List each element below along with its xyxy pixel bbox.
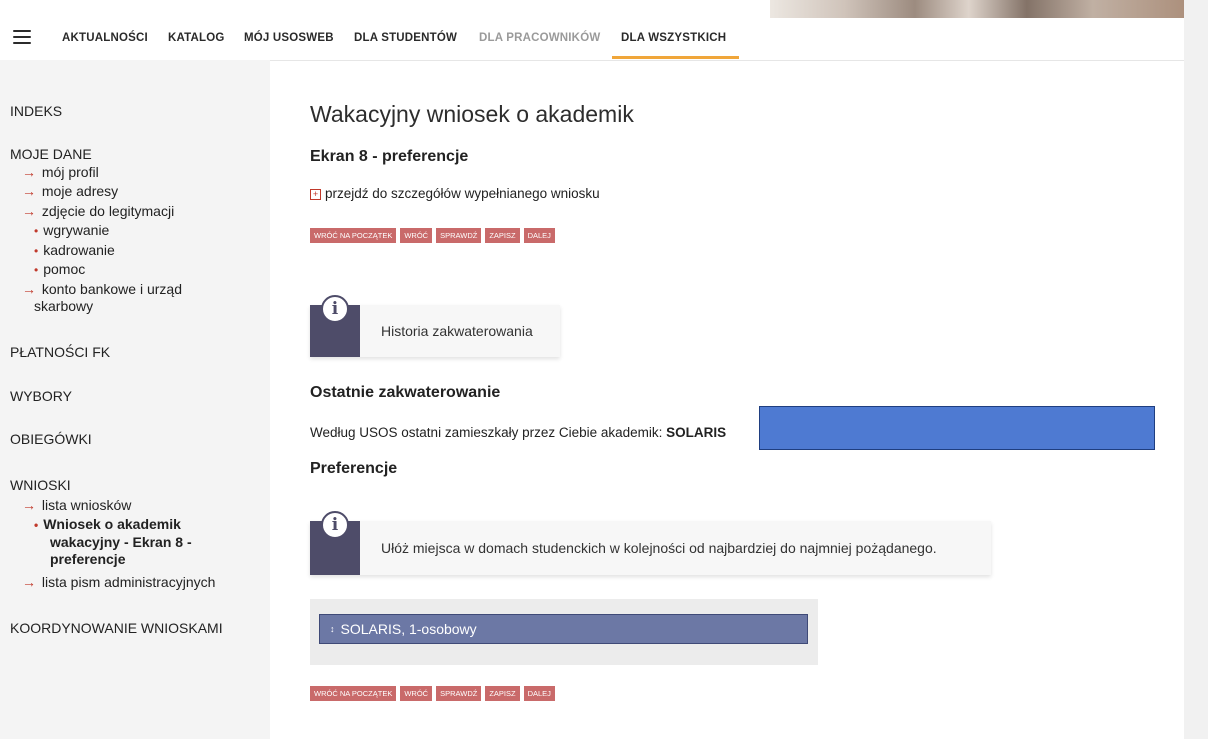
sidebar-sub-label: Wniosek o akademik xyxy=(43,516,181,532)
check-button[interactable]: SPRAWDŹ xyxy=(436,686,482,701)
button-row-bottom: WRÓĆ NA POCZĄTEK WRÓĆ SPRAWDŹ ZAPISZ DAL… xyxy=(310,686,555,701)
drag-handle-icon[interactable]: ↕ xyxy=(330,624,335,634)
next-button[interactable]: DALEJ xyxy=(523,228,555,243)
sidebar-link-label: mój profil xyxy=(41,164,99,180)
back-button[interactable]: WRÓĆ xyxy=(400,686,433,701)
nav-item-katalog[interactable]: KATALOG xyxy=(168,32,225,44)
sidebar-link-zdjecie[interactable]: → zdjęcie do legitymacji xyxy=(22,203,174,220)
sidebar-sub-pomoc[interactable]: • pomoc xyxy=(34,261,85,279)
preference-item-label: SOLARIS, 1-osobowy xyxy=(340,621,477,637)
sidebar-item-wybory[interactable]: WYBORY xyxy=(10,388,72,404)
sidebar-item-platnosci[interactable]: PŁATNOŚCI FK xyxy=(10,344,110,360)
sidebar-link-label: konto bankowe i urząd xyxy=(41,281,182,297)
last-accommodation-label: Według USOS ostatni zamieszkały przez Ci… xyxy=(310,425,667,440)
last-accommodation-value: SOLARIS xyxy=(666,425,727,440)
preference-item[interactable]: ↕ SOLARIS, 1-osobowy xyxy=(319,614,808,644)
sidebar-sub-label-cont: wakacyjny - Ekran 8 - xyxy=(50,534,192,550)
arrow-icon: → xyxy=(22,164,36,180)
page-subtitle: Ekran 8 - preferencje xyxy=(310,148,469,165)
sidebar-sub-label: pomoc xyxy=(43,261,86,277)
bullet-icon: • xyxy=(34,518,39,532)
info-box-preferences: i Ułóż miejsca w domach studenckich w ko… xyxy=(310,511,991,575)
arrow-icon: → xyxy=(22,183,36,199)
sidebar-item-wnioski[interactable]: WNIOSKI xyxy=(10,477,71,493)
sidebar-sub-label: kadrowanie xyxy=(43,242,115,258)
sidebar-link-label-cont: skarbowy xyxy=(34,298,94,314)
bullet-icon: • xyxy=(34,263,39,277)
sidebar-sub-label-cont2: preferencje xyxy=(50,551,126,567)
sidebar-link-lista-wnioskow[interactable]: → lista wniosków xyxy=(22,497,131,514)
info-box-history: i Historia zakwaterowania xyxy=(310,295,560,357)
plus-box-icon: + xyxy=(310,189,321,200)
top-navigation: AKTUALNOŚCI KATALOG MÓJ USOSWEB DLA STUD… xyxy=(0,18,1184,61)
arrow-icon: → xyxy=(22,203,36,219)
header-banner-image xyxy=(770,0,1184,18)
sidebar-sub-kadrowanie[interactable]: • kadrowanie xyxy=(34,242,115,260)
sidebar-sub-label: wgrywanie xyxy=(43,222,110,238)
nav-item-moj-usosweb[interactable]: MÓJ USOSWEB xyxy=(244,32,334,44)
nav-item-dla-pracownikow[interactable]: DLA PRACOWNIKÓW xyxy=(479,32,600,44)
arrow-icon: → xyxy=(22,497,36,513)
last-accommodation-text: Według USOS ostatni zamieszkały przez Ci… xyxy=(310,425,726,440)
preferences-sortable-list: ↕ SOLARIS, 1-osobowy xyxy=(310,599,818,665)
last-accommodation-heading: Ostatnie zakwaterowanie xyxy=(310,384,501,401)
back-to-start-button[interactable]: WRÓĆ NA POCZĄTEK xyxy=(310,228,397,243)
info-icon: i xyxy=(321,511,349,539)
right-gutter xyxy=(1184,0,1208,739)
expand-details-link[interactable]: + przejdź do szczegółów wypełnianego wnio… xyxy=(310,186,600,201)
save-button[interactable]: ZAPISZ xyxy=(485,228,520,243)
back-to-start-button[interactable]: WRÓĆ NA POCZĄTEK xyxy=(310,686,397,701)
sidebar-link-label: zdjęcie do legitymacji xyxy=(41,203,175,219)
redaction-box xyxy=(759,406,1155,450)
button-row-top: WRÓĆ NA POCZĄTEK WRÓĆ SPRAWDŹ ZAPISZ DAL… xyxy=(310,228,555,243)
nav-item-aktualnosci[interactable]: AKTUALNOŚCI xyxy=(62,32,148,44)
sidebar-link-label: lista pism administracyjnych xyxy=(41,574,216,590)
nav-item-dla-wszystkich[interactable]: DLA WSZYSTKICH xyxy=(621,32,726,44)
sidebar-link-label: lista wniosków xyxy=(41,497,132,513)
sidebar-link-moj-profil[interactable]: → mój profil xyxy=(22,164,99,181)
sidebar-item-obiegowki[interactable]: OBIEGÓWKI xyxy=(10,431,92,447)
sidebar-item-indeks[interactable]: INDEKS xyxy=(10,103,62,119)
info-icon: i xyxy=(321,295,349,323)
sidebar-sub-wniosek-active[interactable]: • Wniosek o akademik wakacyjny - Ekran 8 -… xyxy=(34,516,192,568)
arrow-icon: → xyxy=(22,574,36,590)
active-tab-indicator xyxy=(612,56,739,59)
nav-item-dla-studentow[interactable]: DLA STUDENTÓW xyxy=(354,32,457,44)
sidebar-link-konto-bankowe[interactable]: → konto bankowe i urząd skarbowy xyxy=(22,281,182,315)
save-button[interactable]: ZAPISZ xyxy=(485,686,520,701)
sidebar-link-label: moje adresy xyxy=(41,183,119,199)
arrow-icon: → xyxy=(22,281,36,297)
sidebar-sub-wgrywanie[interactable]: • wgrywanie xyxy=(34,222,109,240)
preferences-heading: Preferencje xyxy=(310,460,398,477)
sidebar-item-moje-dane[interactable]: MOJE DANE xyxy=(10,146,92,162)
page-title: Wakacyjny wniosek o akademik xyxy=(310,101,634,127)
bullet-icon: • xyxy=(34,244,39,258)
back-button[interactable]: WRÓĆ xyxy=(400,228,433,243)
sidebar: INDEKS MOJE DANE → mój profil → moje adr… xyxy=(0,60,270,739)
info-box-text: Historia zakwaterowania xyxy=(381,323,533,339)
sidebar-item-koordynowanie[interactable]: KOORDYNOWANIE WNIOSKAMI xyxy=(10,620,223,636)
sidebar-link-moje-adresy[interactable]: → moje adresy xyxy=(22,183,118,200)
expand-details-label: przejdź do szczegółów wypełnianego wnios… xyxy=(325,186,600,201)
bullet-icon: • xyxy=(34,224,39,238)
next-button[interactable]: DALEJ xyxy=(523,686,555,701)
sidebar-link-lista-pism[interactable]: → lista pism administracyjnych xyxy=(22,574,215,591)
info-box-text: Ułóż miejsca w domach studenckich w kole… xyxy=(381,540,937,556)
check-button[interactable]: SPRAWDŹ xyxy=(436,228,482,243)
hamburger-menu-icon[interactable] xyxy=(13,30,31,44)
